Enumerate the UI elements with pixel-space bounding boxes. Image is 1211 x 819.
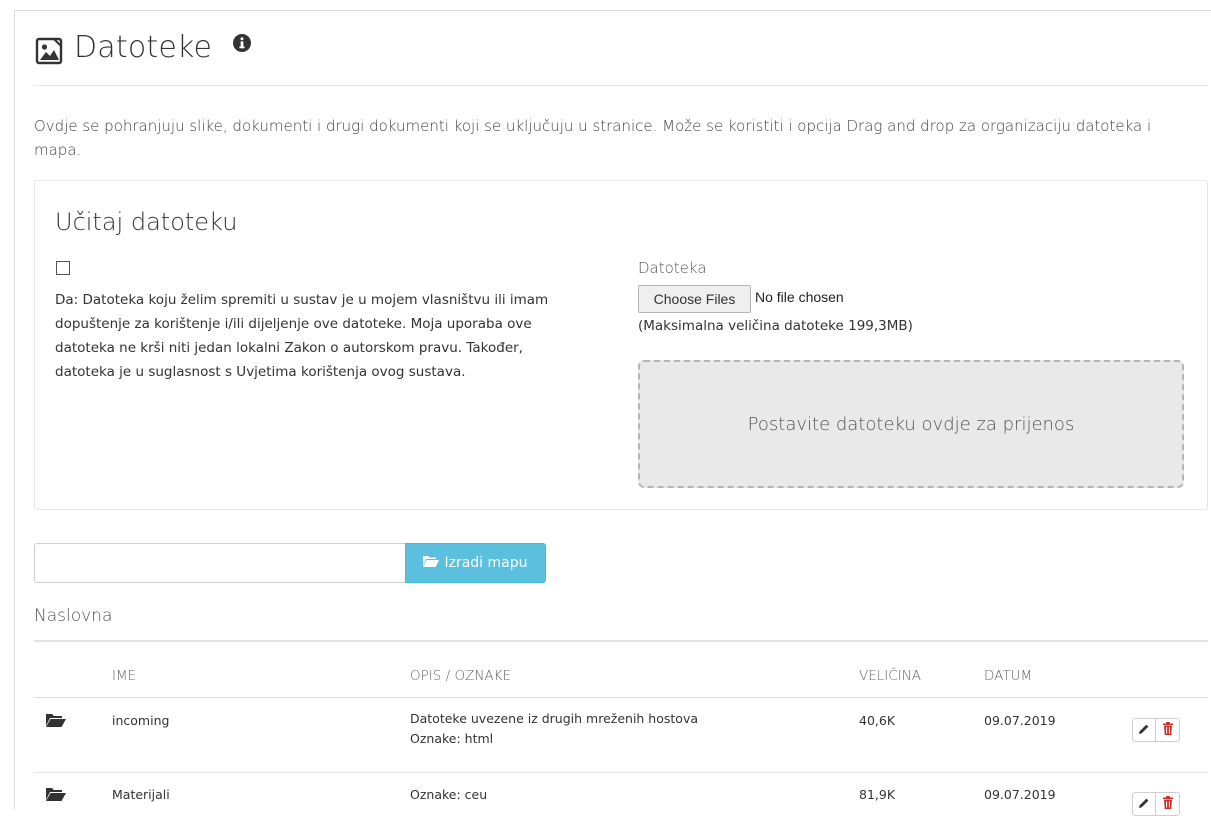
upload-heading: Učitaj datoteku xyxy=(55,208,238,236)
delete-button[interactable] xyxy=(1156,718,1180,742)
edit-button[interactable] xyxy=(1132,792,1156,816)
files-page: Datoteke Ovdje se pohranjuju slike, doku… xyxy=(34,10,1208,816)
page-title: Datoteke xyxy=(74,30,213,65)
row-tags: Oznake: ceu xyxy=(410,787,488,802)
row-description-text: Datoteke uvezene iz drugih mreženih host… xyxy=(410,711,699,726)
folder-open-icon xyxy=(46,712,68,728)
folder-open-icon xyxy=(423,555,440,571)
row-size: 81,9K xyxy=(859,787,896,802)
max-file-size-text: (Maksimalna veličina datoteke 199,3MB) xyxy=(638,318,913,334)
consent-text: Da: Datoteka koju želim spremiti u susta… xyxy=(55,292,549,380)
column-header-name[interactable]: IME xyxy=(112,668,136,684)
page-header: Datoteke xyxy=(34,10,1208,86)
row-name[interactable]: Materijali xyxy=(112,787,170,802)
file-dropzone[interactable]: Postavite datoteku ovdje za prijenos xyxy=(638,360,1184,488)
no-file-chosen-text: No file chosen xyxy=(755,289,844,305)
row-description: Datoteke uvezene iz drugih mreženih host… xyxy=(410,709,698,749)
upload-panel: Učitaj datoteku Da: Datoteka koju želim … xyxy=(34,180,1208,510)
consent-checkbox[interactable] xyxy=(56,261,70,275)
row-date: 09.07.2019 xyxy=(984,713,1056,728)
dropzone-label: Postavite datoteku ovdje za prijenos xyxy=(747,413,1075,435)
column-header-date[interactable]: DATUM xyxy=(984,668,1032,684)
create-folder-label: Izradi mapu xyxy=(444,555,528,571)
intro-text: Ovdje se pohranjuju slike, dokumenti i d… xyxy=(34,117,1152,159)
folder-name-input[interactable] xyxy=(34,543,406,583)
create-folder-button[interactable]: Izradi mapu xyxy=(405,543,546,583)
choose-files-button[interactable]: Choose Files xyxy=(638,285,751,313)
delete-button[interactable] xyxy=(1156,792,1180,816)
folder-section-title: Naslovna xyxy=(34,606,113,626)
row-name[interactable]: incoming xyxy=(112,713,169,728)
column-header-description[interactable]: OPIS / OZNAKE xyxy=(410,668,511,684)
table-row[interactable]: incoming Datoteke uvezene iz drugih mrež… xyxy=(34,698,1208,772)
info-icon[interactable] xyxy=(233,34,251,52)
trash-icon xyxy=(1162,722,1174,738)
table-row[interactable]: Materijali Oznake: ceu 81,9K 09.07.2019 xyxy=(34,773,1208,819)
row-tags: Oznake: html xyxy=(410,731,494,746)
row-size: 40,6K xyxy=(859,713,896,728)
row-date: 09.07.2019 xyxy=(984,787,1056,802)
file-label: Datoteka xyxy=(638,259,707,277)
pencil-icon xyxy=(1138,723,1150,738)
trash-icon xyxy=(1162,796,1174,812)
folder-open-icon xyxy=(46,786,68,802)
edit-button[interactable] xyxy=(1132,718,1156,742)
column-header-size[interactable]: VELIČINA xyxy=(859,668,921,684)
content-frame-left xyxy=(14,10,15,809)
pencil-icon xyxy=(1138,797,1150,812)
image-file-icon xyxy=(34,36,64,66)
section-divider xyxy=(34,640,1208,642)
